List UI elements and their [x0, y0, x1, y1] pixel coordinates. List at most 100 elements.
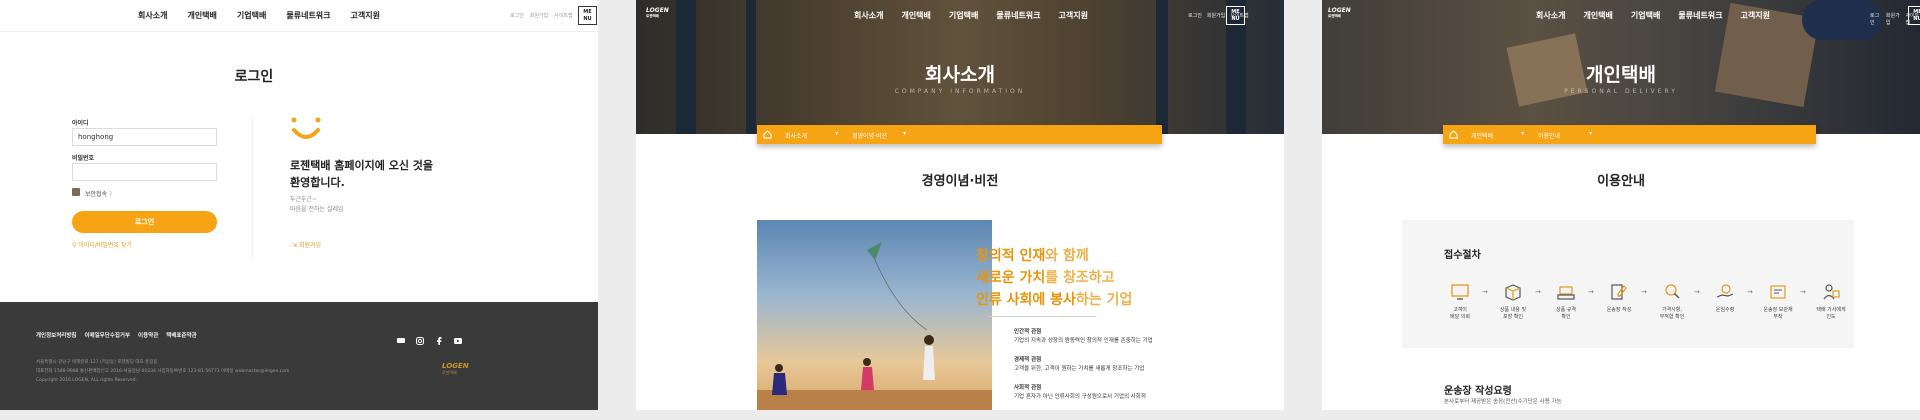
footer-info-line3: Copyright 2016 LOGEN, ALL rights Reserve…: [36, 378, 137, 383]
footer-logo: LOGEN 로젠택배: [442, 362, 469, 376]
nav-item-network[interactable]: 물류네트워크: [996, 10, 1040, 21]
box-icon: [1505, 284, 1521, 301]
arrow-right-icon: →: [1747, 288, 1753, 296]
step-line1: 운송장 작성: [1606, 307, 1632, 313]
breadcrumb-depth2[interactable]: 경영이념·비전: [852, 131, 887, 140]
footer-terms-link[interactable]: 이용약관: [138, 331, 158, 339]
gnb-menu: 회사소개 개인택배 기업택배 물류네트워크 고객지원: [854, 10, 1088, 21]
footer-delivery-terms-link[interactable]: 택배표준약관: [166, 331, 196, 339]
home-icon[interactable]: [1449, 130, 1458, 139]
hero-title: 회사소개: [925, 64, 995, 86]
vision-line1: 창의적 인재와 함께: [976, 245, 1132, 267]
menu-button[interactable]: ME NU: [578, 6, 597, 25]
top-nav: 회사소개 개인택배 기업택배 물류네트워크 고객지원 로그인 회원가입 사이트맵…: [0, 0, 598, 32]
nav-item-network[interactable]: 물류네트워크: [286, 10, 330, 21]
nav-item-support[interactable]: 고객지원: [351, 10, 380, 21]
site-logo[interactable]: LOGEN 로젠택배: [1328, 7, 1351, 19]
step-text: 상품 내용 및 포장 확인: [1494, 307, 1532, 321]
step-line1: 상품 내용 및: [1499, 307, 1527, 313]
label-icon: [1770, 285, 1786, 299]
breadcrumb-depth1[interactable]: 회사소개: [785, 131, 807, 140]
vision-rest3: 하는 기업: [1075, 292, 1133, 308]
util-join-link[interactable]: 회원가입: [530, 12, 548, 19]
monitor-icon: [1451, 284, 1469, 300]
kite-family-photo: [757, 220, 992, 410]
footer-privacy-link[interactable]: 개인정보처리방침: [36, 331, 76, 339]
chevron-down-icon[interactable]: ▾: [1521, 130, 1524, 137]
util-login-link[interactable]: 로그인: [1870, 12, 1881, 26]
menu-button[interactable]: ME NU: [1908, 6, 1920, 25]
talk-icon[interactable]: [397, 330, 405, 343]
section-title: 경영이념·비전: [921, 174, 999, 189]
vision-item-desc: 기업 혼자가 아닌 인류사회의 구성원으로서 기업의 사회적: [1014, 394, 1146, 400]
hero-title: 개인택배: [1586, 64, 1656, 86]
nav-item-personal[interactable]: 개인택배: [901, 10, 930, 21]
breadcrumb-bar: 회사소개 ▾ 경영이념·비전 ▾: [757, 125, 1162, 144]
util-sitemap-link[interactable]: 사이트맵: [554, 12, 572, 19]
step-line2: 부착: [1773, 314, 1783, 320]
nav-item-personal[interactable]: 개인택배: [187, 10, 216, 21]
kite-photo-illustration: [757, 242, 992, 410]
home-icon[interactable]: [763, 130, 772, 139]
hero-banner: LOGEN 로젠택배 회사소개 개인택배 기업택배 물류네트워크 고객지원 로그인…: [1322, 0, 1920, 134]
nav-item-business[interactable]: 기업택배: [237, 10, 266, 21]
join-link[interactable]: ⇲ 회원가입: [292, 240, 321, 249]
breadcrumb-depth2[interactable]: 이용안내: [1538, 131, 1560, 140]
nav-item-company[interactable]: 회사소개: [854, 10, 883, 21]
vision-line2: 새로운 가치를 창조하고: [976, 267, 1132, 289]
password-input[interactable]: [72, 163, 217, 181]
divider: [252, 118, 253, 258]
util-links: 로그인 회원가입 사이트맵: [510, 12, 573, 19]
youtube-icon[interactable]: [454, 330, 462, 344]
nav-item-support[interactable]: 고객지원: [1059, 10, 1088, 21]
id-input[interactable]: honghong: [72, 128, 217, 146]
nav-item-business[interactable]: 기업택배: [949, 10, 978, 21]
chevron-down-icon[interactable]: ▾: [903, 130, 906, 137]
menu-button[interactable]: ME NU: [1226, 6, 1245, 25]
chevron-down-icon[interactable]: ▾: [835, 130, 838, 137]
secure-checkbox[interactable]: [72, 188, 80, 196]
hero-banner: LOGEN 로젠택배 회사소개 개인택배 기업택배 물류네트워크 고객지원 로그인…: [636, 0, 1284, 134]
util-join-link[interactable]: 회원가입: [1207, 12, 1225, 19]
find-account-link[interactable]: ⚲ 아이디/비밀번호 찾기: [72, 240, 132, 249]
footer-email-link[interactable]: 이메일무단수집거부: [84, 331, 130, 339]
slogan-line2: 마음을 전하는 설레임: [290, 206, 344, 213]
hero-subtitle: COMPANY INFORMATION: [894, 88, 1026, 95]
vision-rest2: 를 창조하고: [1045, 270, 1115, 286]
logo-text: LOGEN: [646, 7, 669, 14]
footer-info: 서울특별시 강남구 테헤란로 127 (역삼동) 로젠빌딩 대표 홍길동 대표전…: [36, 358, 336, 385]
site-logo[interactable]: LOGEN 로젠택배: [646, 7, 669, 19]
breadcrumb-depth1[interactable]: 개인택배: [1471, 131, 1493, 140]
vision-item-economic: 경제적 관점 고객을 위한, 고객이 원하는 가치를 새롭게 창조하는 기업: [1014, 356, 1144, 374]
util-join-link[interactable]: 회원가입: [1886, 12, 1901, 26]
welcome-text: 로젠택배 홈페이지에 오신 것을 환영합니다.: [290, 157, 433, 191]
util-login-link[interactable]: 로그인: [1188, 12, 1202, 19]
secure-help-icon[interactable]: ?: [109, 191, 112, 198]
coin-hand-icon: [1716, 284, 1734, 298]
page-title: 로그인: [234, 69, 274, 85]
nav-item-company[interactable]: 회사소개: [1536, 10, 1565, 21]
step-handover: 택배 기사에게 인도: [1812, 282, 1850, 321]
step-text: 운송장 작성: [1600, 307, 1638, 314]
step-request: 고객이 배달 의뢰: [1441, 282, 1479, 321]
menu-btn-line2: NU: [583, 16, 592, 22]
chevron-down-icon[interactable]: ▾: [1589, 130, 1592, 137]
util-login-link[interactable]: 로그인: [510, 12, 524, 19]
step-text: 운임수령: [1706, 307, 1744, 314]
step-line1: 고객이: [1453, 307, 1467, 313]
join-link-text: 회원가입: [298, 242, 322, 249]
facebook-icon[interactable]: [435, 330, 443, 345]
nav-item-personal[interactable]: 개인택배: [1583, 10, 1612, 21]
nav-item-network[interactable]: 물류네트워크: [1678, 10, 1722, 21]
vision-item-desc: 기업의 지속과 성장의 원동력인 창의적 인재를 존중하는 기업: [1014, 338, 1153, 344]
secure-label-text: 보안접속: [85, 191, 108, 198]
search-icon: [1665, 284, 1680, 299]
nav-item-company[interactable]: 회사소개: [138, 10, 167, 21]
instagram-icon[interactable]: [416, 330, 424, 345]
id-label: 아이디: [72, 120, 89, 127]
login-button[interactable]: 로그인: [72, 211, 217, 233]
step-waybill: 운송장 작성: [1600, 282, 1638, 314]
footer-info-line2: 대표전화 1588-9988 통신판매업신고 2016-서울강남-01234 사…: [36, 369, 290, 374]
nav-item-business[interactable]: 기업택배: [1631, 10, 1660, 21]
nav-item-support[interactable]: 고객지원: [1741, 10, 1770, 21]
